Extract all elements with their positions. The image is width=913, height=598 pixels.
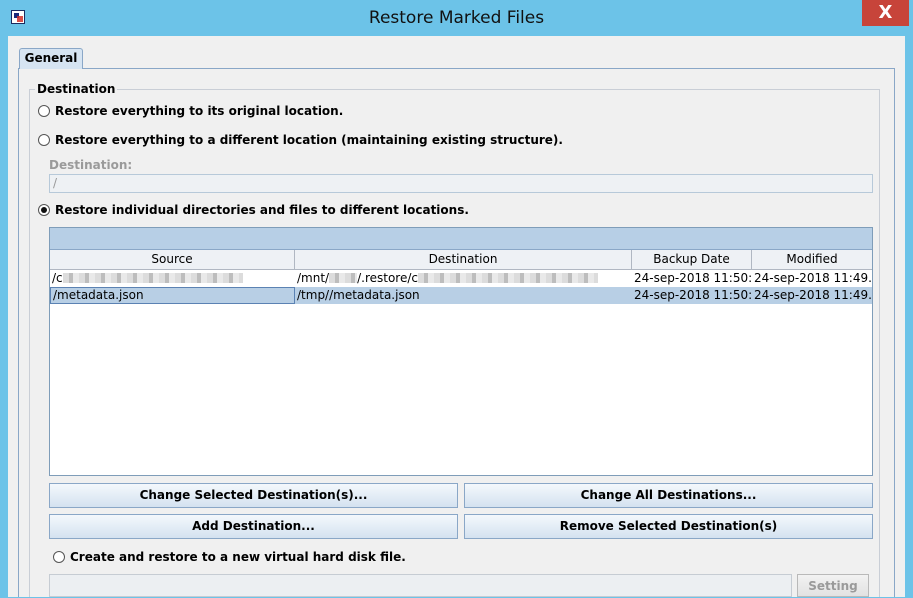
add-destination-button[interactable]: Add Destination... — [49, 514, 458, 539]
radio-virtual-hard-disk[interactable]: Create and restore to a new virtual hard… — [53, 550, 406, 566]
cell-source: /c — [50, 270, 295, 287]
table-row-selected[interactable]: /metadata.json /tmp//metadata.json 24-se… — [50, 287, 872, 304]
radio-button-unchecked[interactable] — [38, 134, 50, 146]
cell-destination: /mnt/ /.restore/c — [295, 270, 632, 287]
cell-destination: /tmp//metadata.json — [297, 288, 420, 302]
redacted-path — [418, 273, 598, 283]
column-header-backup-date[interactable]: Backup Date — [632, 250, 752, 270]
radio-label: Create and restore to a new virtual hard… — [70, 550, 406, 564]
radio-label: Restore individual directories and files… — [55, 203, 469, 217]
remove-selected-destinations-button[interactable]: Remove Selected Destination(s) — [464, 514, 873, 539]
radio-button-unchecked[interactable] — [53, 551, 65, 563]
cell-modified: 24-sep-2018 11:49... — [754, 271, 872, 285]
destination-group-legend: Destination — [35, 82, 118, 96]
radio-button-checked[interactable] — [38, 204, 50, 216]
close-button[interactable]: X — [862, 0, 909, 26]
redacted-path — [62, 273, 243, 283]
radio-individual-locations[interactable]: Restore individual directories and files… — [38, 203, 469, 219]
radio-button-unchecked[interactable] — [38, 105, 50, 117]
radio-different-location[interactable]: Restore everything to a different locati… — [38, 133, 563, 149]
change-all-destinations-button[interactable]: Change All Destinations... — [464, 483, 873, 508]
title-bar: Restore Marked Files X — [0, 0, 913, 36]
cell-modified: 24-sep-2018 11:49... — [754, 288, 872, 302]
tab-general[interactable]: General — [19, 48, 83, 69]
radio-label: Restore everything to a different locati… — [55, 133, 563, 147]
cell-destination-tail: /.restore/c — [357, 271, 418, 285]
cell-source: /metadata.json — [50, 287, 295, 304]
window-title: Restore Marked Files — [368, 8, 545, 28]
setting-button[interactable]: Setting — [797, 574, 869, 597]
table-row[interactable]: /c /mnt/ /.restore/c 24-sep-2018 11:50:..… — [50, 270, 872, 287]
destination-field-label: Destination: — [49, 158, 133, 172]
column-header-modified[interactable]: Modified — [752, 250, 872, 270]
table-toolbar — [50, 228, 872, 250]
change-selected-destinations-button[interactable]: Change Selected Destination(s)... — [49, 483, 458, 508]
cell-source-text: /c — [52, 271, 63, 285]
table-header: Source Destination Backup Date Modified — [50, 250, 872, 270]
cell-backup-date: 24-sep-2018 11:50:... — [634, 271, 752, 285]
vhd-path-input — [49, 574, 792, 597]
destination-input[interactable]: / — [49, 174, 873, 193]
column-header-source[interactable]: Source — [50, 250, 295, 270]
cell-destination-text: /mnt/ — [297, 271, 330, 285]
destinations-table[interactable]: Source Destination Backup Date Modified … — [49, 227, 873, 476]
cell-backup-date: 24-sep-2018 11:50:... — [634, 288, 752, 302]
column-header-destination[interactable]: Destination — [295, 250, 632, 270]
radio-original-location[interactable]: Restore everything to its original locat… — [38, 104, 343, 120]
radio-label: Restore everything to its original locat… — [55, 104, 344, 118]
redacted-path — [329, 273, 358, 283]
